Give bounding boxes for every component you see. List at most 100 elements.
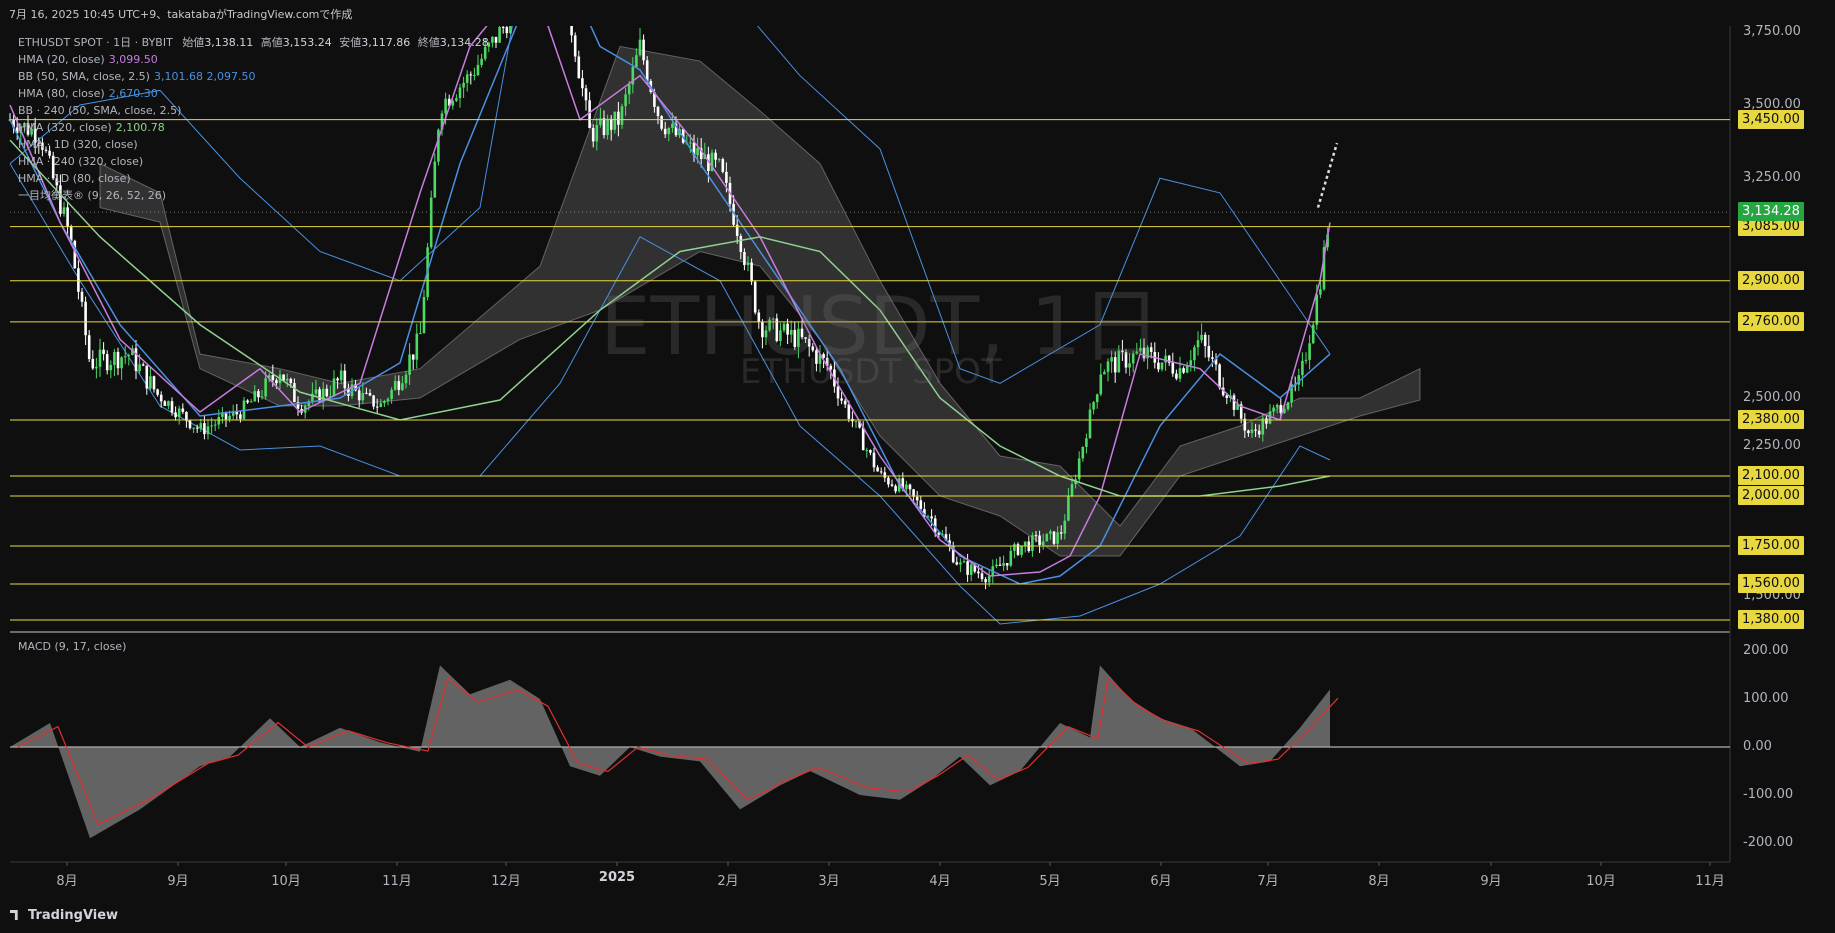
candle-body [591, 128, 595, 142]
legend-row[interactable]: HMA (80, close) 2,670.30 [18, 85, 489, 102]
symbol-name: ETHUSDT SPOT · 1日 · BYBIT [18, 36, 173, 49]
candle-body [879, 471, 883, 473]
tradingview-logo[interactable]: TradingView [10, 908, 118, 923]
time-axis-tick: 9月 [167, 874, 189, 889]
candle-body [1045, 533, 1049, 542]
chart-header: 7月 16, 2025 10:45 UTC+9、takatabaがTrading… [0, 0, 1835, 26]
candle-body [365, 392, 368, 394]
candle-body [1092, 402, 1095, 410]
candle-body [213, 424, 217, 426]
level-price-label[interactable]: 2,100.00 [1738, 466, 1804, 485]
symbol-row[interactable]: ETHUSDT SPOT · 1日 · BYBIT 始値3,138.11 高値3… [18, 34, 489, 51]
candle-body [80, 291, 84, 302]
level-price-label[interactable]: 2,760.00 [1738, 311, 1804, 331]
candle-body [375, 406, 379, 408]
level-price-label[interactable]: 1,380.00 [1738, 610, 1804, 629]
candle-body [271, 375, 275, 381]
legend-indicator-value: 3,101.68 2,097.50 [153, 70, 256, 83]
level-price-label[interactable]: 2,380.00 [1738, 410, 1804, 429]
legend-row[interactable]: HMA · 240 (320, close) [18, 153, 489, 170]
candle-body [249, 401, 253, 403]
candle-body [379, 403, 383, 407]
time-axis-tick: 8月 [56, 874, 78, 889]
candle-body [1038, 535, 1041, 546]
candle-body [1020, 545, 1023, 555]
candle-body [977, 571, 980, 574]
macd-axis-tick: 0.00 [1743, 739, 1772, 754]
legend-row[interactable]: HMA · 1D (80, close) [18, 170, 489, 187]
candle-body [1067, 495, 1070, 521]
candle-body [1200, 334, 1203, 341]
candle-body [289, 378, 293, 384]
candle-body [624, 94, 627, 107]
legend-row[interactable]: HMA · 1D (320, close) [18, 136, 489, 153]
time-axis-tick: 5月 [1039, 874, 1061, 889]
candle-body [141, 364, 145, 366]
candle-body [390, 389, 393, 400]
level-price-label[interactable]: 1,560.00 [1738, 574, 1804, 593]
candle-body [260, 396, 264, 398]
candle-body [1286, 402, 1290, 410]
close-label: 終値 [417, 36, 440, 49]
macd-legend[interactable]: MACD (9, 17, close) [18, 640, 126, 653]
legend-row[interactable]: BB · 240 (50, SMA, close, 2.5) [18, 102, 489, 119]
candle-body [642, 39, 645, 61]
candle-body [1171, 362, 1175, 374]
low-label: 安値 [339, 36, 362, 49]
current-price-label[interactable]: 3,134.28 [1738, 202, 1804, 222]
candle-body [1013, 544, 1016, 551]
level-price-label[interactable]: 2,900.00 [1738, 270, 1804, 290]
macd-axis-tick: -200.00 [1743, 835, 1794, 850]
candle-body [167, 401, 170, 406]
candle-body [663, 128, 667, 135]
candle-body [1085, 438, 1088, 447]
candle-body [1203, 334, 1207, 347]
candle-body [962, 561, 966, 563]
level-price-label[interactable]: 3,450.00 [1738, 109, 1804, 129]
legend-row[interactable]: HMA (20, close) 3,099.50 [18, 51, 489, 68]
candle-body [314, 389, 318, 394]
time-axis-tick: 4月 [929, 874, 951, 889]
price-axis-tick: 2,250.00 [1743, 438, 1801, 453]
candle-body [253, 391, 257, 402]
candle-body [645, 60, 649, 82]
candle-body [602, 118, 606, 136]
candle-body [617, 111, 620, 125]
candle-body [1059, 532, 1063, 534]
candle-body [505, 27, 509, 34]
time-axis-tick: 11月 [1695, 874, 1725, 889]
legend-indicator-value: 2,100.78 [115, 121, 165, 134]
candle-body [1261, 418, 1265, 435]
candle-body [386, 399, 390, 402]
candle-body [969, 564, 973, 575]
candle-body [257, 391, 260, 398]
candle-body [883, 472, 887, 478]
legend-indicator-name: HMA · 1D (320, close) [18, 138, 138, 151]
candle-body [1301, 360, 1304, 376]
candle-body [689, 142, 692, 144]
legend-row[interactable]: 一目均衡表® (9, 26, 52, 26) [18, 187, 489, 204]
candle-body [393, 381, 397, 390]
candle-body [876, 467, 879, 472]
candle-body [1052, 531, 1056, 544]
candle-body [217, 416, 221, 425]
legend-row[interactable]: HMA (320, close) 2,100.78 [18, 119, 489, 136]
legend-row[interactable]: BB (50, SMA, close, 2.5) 3,101.68 2,097.5… [18, 68, 489, 85]
candle-body [501, 27, 505, 29]
candle-body [422, 296, 426, 334]
candle-body [1211, 357, 1214, 359]
candle-body [725, 171, 728, 183]
candle-body [109, 364, 113, 371]
candle-body [1272, 407, 1275, 412]
candle-body [203, 423, 206, 435]
candle-body [869, 450, 872, 453]
time-axis-tick: 6月 [1150, 874, 1172, 889]
candle-body [1257, 430, 1261, 435]
level-price-label[interactable]: 1,750.00 [1738, 536, 1804, 555]
candle-body [908, 484, 912, 490]
level-price-label[interactable]: 2,000.00 [1738, 486, 1804, 505]
candle-body [408, 354, 411, 375]
candle-body [1182, 368, 1185, 373]
candle-body [98, 349, 102, 367]
candle-body [865, 450, 869, 452]
